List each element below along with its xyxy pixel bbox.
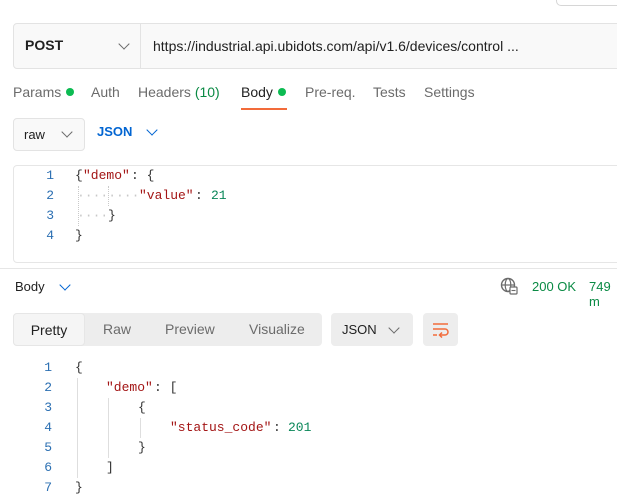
- indent-guide: [108, 398, 109, 458]
- brace-close: }: [108, 208, 116, 223]
- response-format-select[interactable]: JSON: [331, 313, 413, 346]
- colon: : {: [131, 168, 155, 183]
- whitespace-marks: ········: [77, 188, 140, 203]
- json-key: "value": [139, 188, 194, 203]
- tab-params[interactable]: Params: [13, 84, 75, 100]
- status-code[interactable]: 200 OK: [532, 279, 576, 294]
- response-view-tabs: Pretty Raw Preview Visualize: [13, 313, 322, 346]
- tab-params-label: Params: [13, 84, 62, 100]
- json-key: "demo": [83, 168, 130, 183]
- brace-open: {: [75, 360, 83, 375]
- url-input[interactable]: https://industrial.api.ubidots.com/api/v…: [153, 38, 519, 54]
- brace-close: }: [138, 440, 146, 455]
- response-body-select[interactable]: Body: [15, 276, 75, 296]
- line-number: 4: [46, 228, 54, 243]
- line-number: 2: [46, 188, 54, 203]
- colon: : [: [154, 380, 178, 395]
- brace-open: {: [75, 168, 83, 183]
- tab-pre-request[interactable]: Pre-req.: [305, 84, 356, 100]
- line-number: 1: [44, 360, 52, 375]
- json-number: 201: [288, 420, 312, 435]
- tab-preview[interactable]: Preview: [165, 313, 215, 346]
- indent-guide: [77, 378, 78, 478]
- chevron-down-icon: [118, 38, 130, 50]
- request-url-bar: POST https://industrial.api.ubidots.com/…: [13, 23, 617, 69]
- whitespace-marks: ····: [77, 208, 109, 223]
- brace-open: {: [138, 400, 146, 415]
- bracket-close: ]: [106, 460, 114, 475]
- tab-raw[interactable]: Raw: [103, 313, 131, 346]
- wrap-lines-button[interactable]: [423, 313, 458, 346]
- line-number: 4: [44, 420, 52, 435]
- chevron-down-icon: [59, 279, 71, 291]
- method-select[interactable]: POST: [14, 24, 141, 68]
- response-divider: [0, 268, 617, 269]
- response-time[interactable]: 749 m: [589, 279, 617, 309]
- line-number: 5: [44, 440, 52, 455]
- tab-headers[interactable]: Headers (10): [138, 84, 220, 100]
- brace-close: }: [75, 228, 83, 243]
- json-key: "demo": [106, 380, 153, 395]
- chevron-down-icon: [388, 322, 400, 334]
- response-format-label: JSON: [342, 322, 377, 337]
- colon: :: [195, 188, 203, 203]
- tab-tests[interactable]: Tests: [373, 84, 406, 100]
- indent-guide: [140, 418, 141, 438]
- tab-pretty[interactable]: Pretty: [13, 313, 85, 346]
- tab-headers-label: Headers: [138, 84, 191, 100]
- tab-auth[interactable]: Auth: [91, 84, 120, 100]
- body-mode-label: raw: [24, 127, 45, 142]
- line-number: 3: [46, 208, 54, 223]
- line-number: 3: [44, 400, 52, 415]
- chevron-down-icon: [61, 126, 73, 138]
- json-key: "status_code": [170, 420, 272, 435]
- body-language-label: JSON: [97, 124, 133, 139]
- wrap-lines-icon: [433, 323, 449, 338]
- status-dot: [277, 88, 286, 96]
- tab-settings[interactable]: Settings: [424, 84, 475, 100]
- headers-count: (10): [194, 84, 220, 100]
- tab-visualize[interactable]: Visualize: [249, 313, 305, 346]
- window-control-stub: [556, 0, 617, 6]
- response-body-viewer[interactable]: 1 2 3 4 5 6 7 { "demo" : [ { "status_cod…: [0, 358, 617, 502]
- body-mode-select[interactable]: raw: [13, 118, 85, 151]
- globe-icon[interactable]: [500, 277, 518, 295]
- active-tab-indicator: [241, 108, 287, 110]
- json-number: 21: [211, 188, 227, 203]
- colon: :: [273, 420, 281, 435]
- tab-body[interactable]: Body: [241, 84, 286, 100]
- line-number: 1: [46, 168, 54, 183]
- method-label: POST: [25, 37, 64, 53]
- chevron-down-icon: [146, 124, 158, 136]
- line-number: 2: [44, 380, 52, 395]
- status-dot: [66, 88, 75, 96]
- tab-body-label: Body: [241, 84, 273, 100]
- line-number: 6: [44, 460, 52, 475]
- body-language-select[interactable]: JSON: [97, 118, 165, 149]
- brace-close: }: [75, 480, 83, 495]
- line-number: 7: [44, 480, 52, 495]
- response-title: Body: [15, 279, 45, 294]
- request-body-editor[interactable]: 1 2 3 4 { "demo" : { ········ "value" : …: [13, 165, 617, 263]
